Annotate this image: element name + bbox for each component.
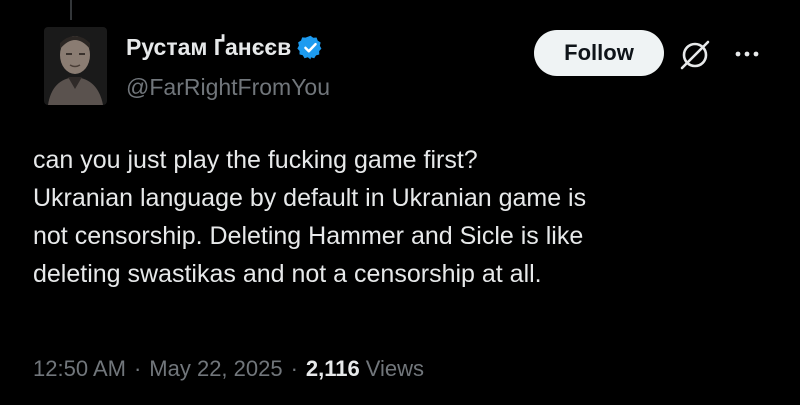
tweet-text-line: Ukranian language by default in Ukranian… xyxy=(33,184,587,212)
verified-badge-icon[interactable] xyxy=(297,34,324,61)
tweet-date[interactable]: May 22, 2025 xyxy=(149,356,282,382)
more-options-icon[interactable] xyxy=(730,42,764,66)
tweet-text-line: deleting swastikas and not a censorship … xyxy=(33,260,542,288)
views-label: Views xyxy=(365,356,425,381)
tweet-text: can you just play the fucking game first… xyxy=(33,141,783,293)
grok-icon[interactable] xyxy=(678,38,712,72)
avatar[interactable] xyxy=(44,27,107,105)
meta-separator: · xyxy=(133,356,142,381)
views-count[interactable]: 2,116 xyxy=(306,356,360,382)
meta-separator: · xyxy=(290,356,298,381)
author-name-row: Рустам Ґанєєв xyxy=(126,34,324,61)
author-handle[interactable]: @FarRightFromYou xyxy=(126,74,330,101)
tweet-text-line: can you just play the fucking game first… xyxy=(33,146,478,174)
author-display-name[interactable]: Рустам Ґанєєв xyxy=(126,34,291,61)
follow-button[interactable]: Follow xyxy=(534,30,664,76)
avatar-image xyxy=(44,27,107,105)
tweet-meta: 12:50 AM · May 22, 2025 · 2,116 Views xyxy=(33,356,424,382)
thread-connector-line xyxy=(70,0,72,20)
tweet-text-line: not censorship. Deleting Hammer and Sicl… xyxy=(33,222,584,250)
tweet-time[interactable]: 12:50 AM xyxy=(33,356,126,382)
